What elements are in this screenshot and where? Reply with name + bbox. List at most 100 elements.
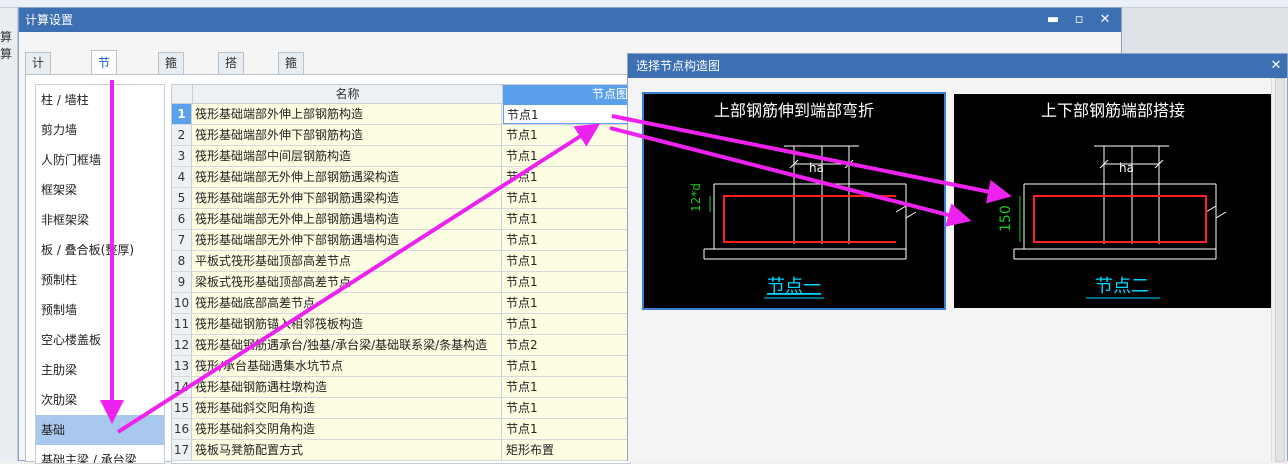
dialog-title: 计算设置 — [25, 13, 74, 27]
maximize-button[interactable]: ▫ — [1069, 8, 1089, 32]
node-2-heading: 上下部钢筋端部搭接 — [1041, 101, 1185, 120]
category-item[interactable]: 剪力墙 — [36, 115, 164, 145]
row-number: 2 — [172, 125, 192, 145]
tab-stirrup-formula[interactable]: 箍筋公式 — [278, 52, 305, 130]
background-side-panel: 算 算 — [0, 8, 18, 461]
node-diagram-1: 上部钢筋伸到端部弯折 ha 12*d 节点一 — [689, 101, 917, 299]
table-row[interactable]: 14 筏形基础钢筋遇柱墩构造 节点1 — [172, 377, 630, 398]
row-number: 14 — [172, 377, 192, 397]
category-item[interactable]: 人防门框墙 — [36, 145, 164, 175]
row-name-cell: 筏形基础端部无外伸下部钢筋遇梁构造 — [192, 188, 502, 208]
table-row[interactable]: 17 筏板马凳筋配置方式 矩形布置 — [172, 440, 630, 461]
row-number: 16 — [172, 419, 192, 439]
row-node-cell[interactable]: 节点1 — [503, 146, 630, 166]
row-number: 15 — [172, 398, 192, 418]
row-node-cell[interactable]: 节点1 — [503, 398, 630, 418]
row-node-cell[interactable]: 节点1 — [503, 356, 630, 376]
row-name-cell: 梁板式筏形基础顶部高差节点 — [192, 272, 502, 292]
row-name-cell: 筏形基础斜交阴角构造 — [192, 419, 502, 439]
row-number: 13 — [172, 356, 192, 376]
row-number: 9 — [172, 272, 192, 292]
row-number: 12 — [172, 335, 192, 355]
select-node-dialog: 选择节点构造图 ✕ 上部钢筋伸到端部弯折 ha 12*d 节点一 上下部钢筋端部… — [627, 53, 1288, 462]
category-item[interactable]: 主肋梁 — [36, 355, 164, 385]
row-name-cell: 筏形基础端部外伸上部钢筋构造 — [192, 104, 502, 124]
category-item[interactable]: 柱 / 墙柱 — [36, 85, 164, 115]
table-row[interactable]: 9 梁板式筏形基础顶部高差节点 节点1 — [172, 272, 630, 293]
row-node-cell[interactable]: 节点1 — [503, 272, 630, 292]
row-node-cell[interactable]: 矩形布置 — [503, 440, 630, 460]
row-name-cell: 筏形基础钢筋锚入相邻筏板构造 — [192, 314, 502, 334]
component-category-list: 柱 / 墙柱 剪力墙 人防门框墙 框架梁 非框架梁 板 / 叠合板(整厚) 预制… — [35, 84, 165, 464]
table-row[interactable]: 10 筏形基础底部高差节点 节点1 — [172, 293, 630, 314]
table-row[interactable]: 11 筏形基础钢筋锚入相邻筏板构造 节点1 — [172, 314, 630, 335]
node-2-caption: 节点二 — [1095, 276, 1149, 297]
category-item[interactable]: 预制柱 — [36, 265, 164, 295]
table-row[interactable]: 5 筏形基础端部无外伸下部钢筋遇梁构造 节点1 — [172, 188, 630, 209]
row-node-cell[interactable]: 节点1 — [503, 377, 630, 397]
category-item-foundation[interactable]: 基础 — [36, 415, 164, 445]
popup-title: 选择节点构造图 — [636, 59, 721, 73]
category-item[interactable]: 框架梁 — [36, 175, 164, 205]
table-row[interactable]: 6 筏形基础端部无外伸上部钢筋遇墙构造 节点1 — [172, 209, 630, 230]
popup-scroll-thumb[interactable] — [1275, 78, 1285, 462]
row-node-cell[interactable]: 节点1 — [503, 314, 630, 334]
table-row[interactable]: 15 筏形基础斜交阳角构造 节点1 — [172, 398, 630, 419]
node-2-dim-label: 150 — [998, 205, 1014, 232]
table-row[interactable]: 7 筏形基础端部无外伸下部钢筋遇墙构造 节点1 — [172, 230, 630, 251]
row-name-cell: 筏形基础端部无外伸下部钢筋遇墙构造 — [192, 230, 502, 250]
row-number: 5 — [172, 188, 192, 208]
row-name-cell: 筏形基础斜交阳角构造 — [192, 398, 502, 418]
row-name-cell: 筏形基础钢筋遇承台/独基/承台梁/基础联系梁/条基构造 — [192, 335, 502, 355]
row-node-cell[interactable]: 节点1 — [503, 293, 630, 313]
table-row[interactable]: 13 筏形/承台基础遇集水坑节点 节点1 — [172, 356, 630, 377]
category-item[interactable]: 次肋梁 — [36, 385, 164, 415]
node-option-2[interactable]: 上下部钢筋端部搭接 ha 150 节点二 — [954, 94, 1272, 308]
row-node-cell[interactable]: 节点1 — [503, 209, 630, 229]
row-number: 3 — [172, 146, 192, 166]
row-node-cell[interactable]: 节点1 — [503, 188, 630, 208]
tab-node-settings[interactable]: 节点设置 — [91, 50, 118, 142]
category-item[interactable]: 预制墙 — [36, 295, 164, 325]
minimize-button[interactable]: ▬ — [1043, 8, 1063, 32]
table-row[interactable]: 12 筏形基础钢筋遇承台/独基/承台梁/基础联系梁/条基构造 节点2 — [172, 335, 630, 356]
table-row[interactable]: 16 筏形基础斜交阴角构造 节点1 — [172, 419, 630, 440]
tab-lap-settings[interactable]: 搭接设置 — [218, 52, 245, 130]
column-header-node[interactable]: 节点图 — [502, 85, 630, 104]
row-number: 1 — [172, 104, 192, 124]
row-node-cell[interactable]: 节点1 — [503, 167, 630, 187]
row-node-cell[interactable]: 节点2 — [503, 335, 630, 355]
popup-title-bar: 选择节点构造图 ✕ — [628, 54, 1287, 78]
row-number: 6 — [172, 209, 192, 229]
row-name-cell: 筏形基础端部外伸下部钢筋构造 — [192, 125, 502, 145]
row-number: 4 — [172, 167, 192, 187]
table-row[interactable]: 2 筏形基础端部外伸下部钢筋构造 节点1 — [172, 125, 630, 146]
tab-calc-rules[interactable]: 计算规则 — [25, 52, 52, 130]
category-item[interactable]: 空心楼盖板 — [36, 325, 164, 355]
column-header-name[interactable]: 名称 — [192, 85, 502, 104]
close-button[interactable]: ✕ — [1095, 8, 1115, 32]
table-row[interactable]: 4 筏形基础端部无外伸上部钢筋遇梁构造 节点1 — [172, 167, 630, 188]
node-1-ha-label: ha — [809, 161, 824, 175]
row-name-cell: 平板式筏形基础顶部高差节点 — [192, 251, 502, 271]
category-item[interactable]: 基础主梁 / 承台梁 — [36, 445, 164, 463]
tab-stirrup-settings[interactable]: 箍筋设置 — [158, 52, 185, 130]
row-name-cell: 筏形基础端部中间层钢筋构造 — [192, 146, 502, 166]
grid-header: 名称 节点图 — [172, 85, 630, 104]
node-1-heading: 上部钢筋伸到端部弯折 — [714, 101, 874, 120]
node-option-1[interactable]: 上部钢筋伸到端部弯折 ha 12*d 节点一 — [642, 92, 946, 310]
category-item[interactable]: 非框架梁 — [36, 205, 164, 235]
table-row[interactable]: 1 筏形基础端部外伸上部钢筋构造 节点1 — [172, 104, 630, 125]
popup-close-button[interactable]: ✕ — [1266, 54, 1286, 78]
node-settings-grid: 名称 节点图 1 筏形基础端部外伸上部钢筋构造 节点1 2 筏形基础端部外伸下部钢筋构造… — [171, 84, 631, 464]
row-node-cell[interactable]: 节点1 — [503, 125, 630, 145]
table-row[interactable]: 8 平板式筏形基础顶部高差节点 节点1 — [172, 251, 630, 272]
row-node-cell[interactable]: 节点1 — [503, 104, 630, 124]
row-node-cell[interactable]: 节点1 — [503, 419, 630, 439]
row-node-cell[interactable]: 节点1 — [503, 251, 630, 271]
category-item[interactable]: 板 / 叠合板(整厚) — [36, 235, 164, 265]
node-1-caption: 节点一 — [767, 276, 821, 297]
popup-scrollbar[interactable] — [1271, 78, 1287, 462]
table-row[interactable]: 3 筏形基础端部中间层钢筋构造 节点1 — [172, 146, 630, 167]
row-node-cell[interactable]: 节点1 — [503, 230, 630, 250]
